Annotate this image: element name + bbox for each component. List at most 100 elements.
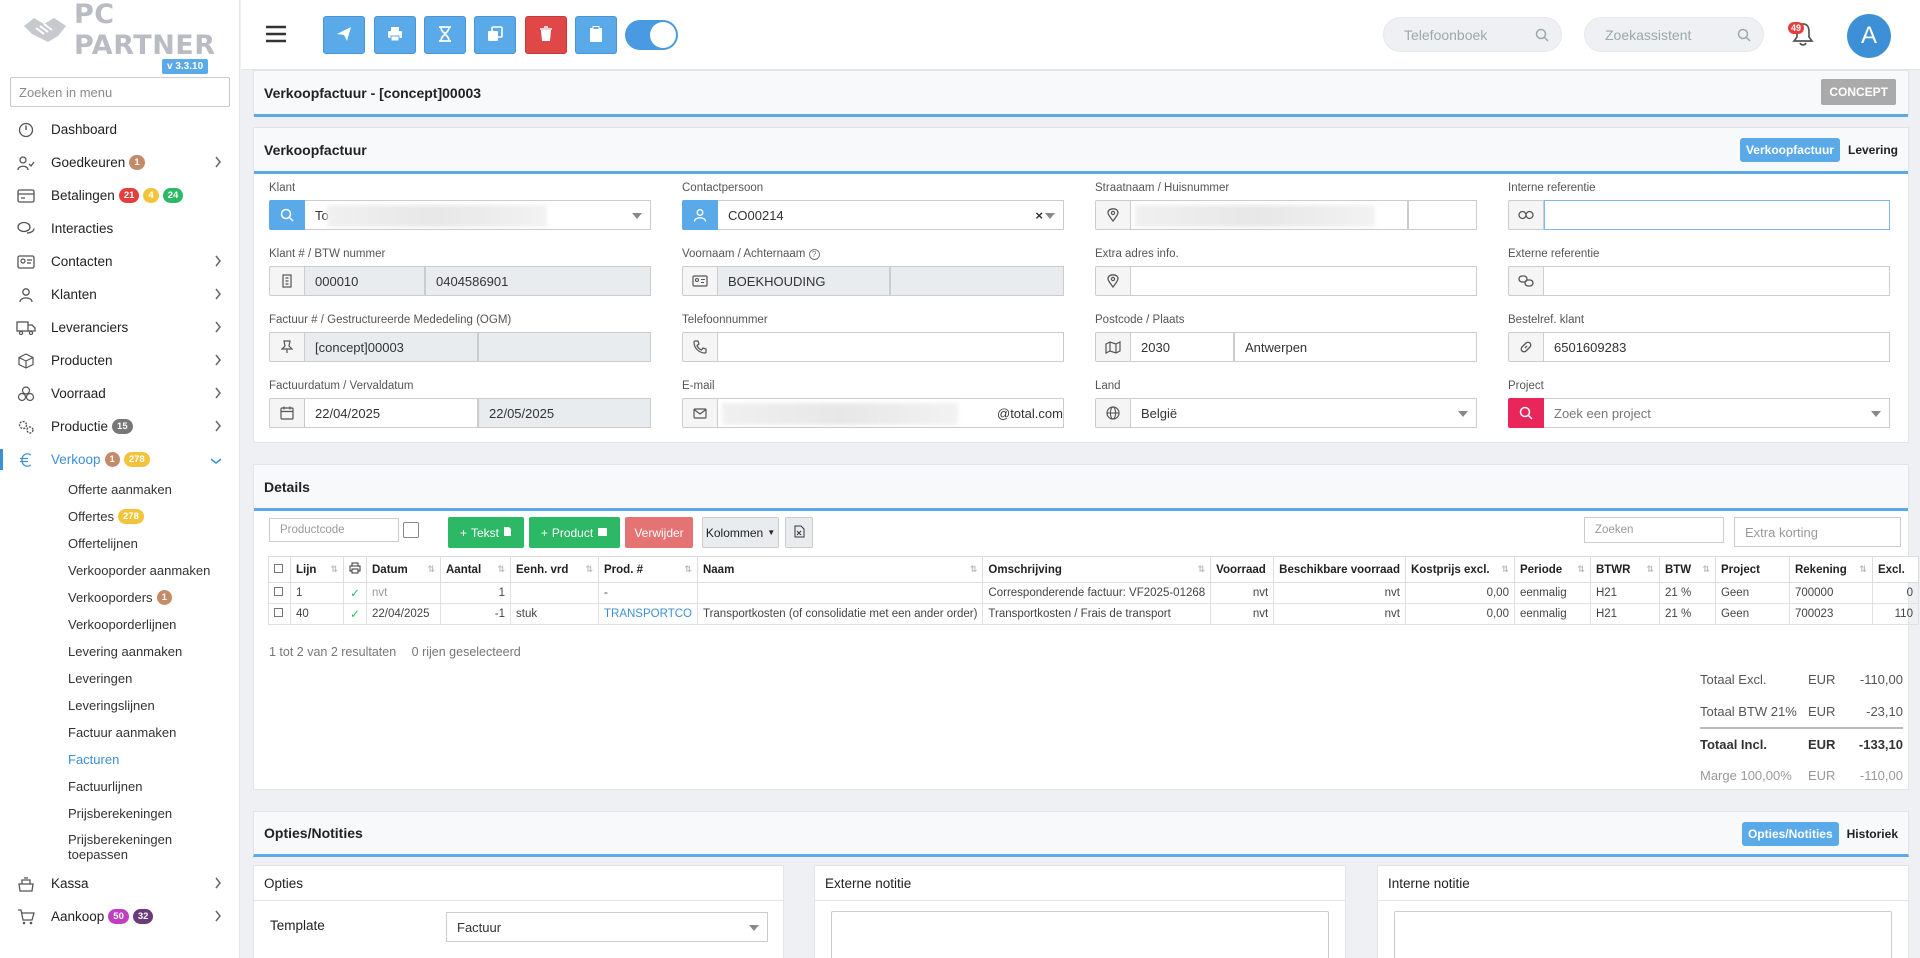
status-badge[interactable]: CONCEPT (1821, 79, 1896, 105)
submenu-item[interactable]: Offerte aanmaken (68, 476, 239, 503)
col-btwr[interactable]: BTWR ⇅ (1589, 556, 1660, 583)
email-input[interactable]: @total.com (718, 398, 1064, 428)
menu-search-input[interactable] (10, 77, 230, 107)
row-checkbox[interactable] (268, 582, 291, 604)
sidebar-item-interacties[interactable]: Interacties (0, 212, 239, 245)
submenu-item-facturen[interactable]: Facturen (68, 746, 239, 773)
hamburger-menu-icon[interactable] (265, 24, 287, 47)
productcode-input[interactable]: Productcode (269, 518, 399, 542)
col-prod[interactable]: Prod. # ⇅ (598, 556, 698, 583)
externe-notitie-textarea[interactable] (831, 911, 1329, 958)
submenu-item[interactable]: Prijsberekeningen toepassen (68, 827, 188, 867)
ogm-input[interactable] (478, 332, 651, 362)
project-select[interactable]: Zoek een project (1544, 398, 1890, 428)
submenu-item[interactable]: Verkooporders 1 (68, 584, 239, 611)
phonebook-search[interactable]: Telefoonboek (1383, 17, 1562, 52)
col-naam[interactable]: Naam ⇅ (696, 556, 984, 583)
timer-button[interactable] (424, 16, 466, 54)
submenu-item[interactable]: Leveringslijnen (68, 692, 239, 719)
sidebar-item-contacten[interactable]: Contacten (0, 245, 239, 278)
col-excl[interactable]: Excl. (1871, 556, 1919, 583)
details-search-input[interactable]: Zoeken (1584, 517, 1724, 543)
avatar[interactable]: A (1847, 14, 1891, 58)
copy-button[interactable] (474, 16, 516, 54)
sidebar-item-klanten[interactable]: Klanten (0, 278, 239, 311)
sidebar-item-betalingen[interactable]: Betalingen 21 4 24 (0, 179, 239, 212)
add-tekst-button[interactable]: + Tekst (448, 517, 524, 548)
postcode-input[interactable]: 2030 (1131, 332, 1234, 362)
clear-icon[interactable]: × (1035, 208, 1043, 223)
interne-notitie-textarea[interactable] (1394, 911, 1892, 958)
table-row[interactable]: 40 ✓ 22/04/2025 -1 stuk TRANSPORTCO Tran… (268, 603, 1919, 625)
bestelref-input[interactable]: 6501609283 (1544, 332, 1890, 362)
question-circle-icon[interactable]: ? (808, 249, 820, 260)
tab-verkoopfactuur[interactable]: Verkoopfactuur (1739, 138, 1840, 162)
straat-input[interactable] (1131, 200, 1408, 230)
vervaldatum-input[interactable]: 22/05/2025 (478, 398, 651, 428)
submenu-item[interactable]: Verkooporderlijnen (68, 611, 239, 638)
sidebar-item-productie[interactable]: Productie 15 (0, 410, 239, 443)
submenu-item[interactable]: Verkooporder aanmaken (68, 557, 239, 584)
col-btw[interactable]: BTW ⇅ (1658, 556, 1716, 583)
col-lijn[interactable]: Lijn ⇅ (290, 556, 344, 583)
klant-select[interactable]: To (305, 200, 651, 230)
product-link[interactable]: TRANSPORTCO (598, 603, 698, 625)
col-beschikbare-voorraad[interactable]: Beschikbare voorraad (1273, 556, 1406, 583)
col-eenh-vrd[interactable]: Eenh. vrd ⇅ (510, 556, 599, 583)
submenu-item[interactable]: Leveringen (68, 665, 239, 692)
submenu-item[interactable]: Levering aanmaken (68, 638, 239, 665)
sidebar-item-dashboard[interactable]: Dashboard (0, 113, 239, 146)
submenu-item[interactable]: Factuurlijnen (68, 773, 239, 800)
kolommen-dropdown[interactable]: Kolommen ▼ (702, 517, 779, 548)
user-icon[interactable] (682, 200, 718, 230)
land-select[interactable]: België (1131, 398, 1477, 428)
productcode-checkbox[interactable] (403, 522, 419, 538)
achternaam-input[interactable] (890, 266, 1064, 296)
col-kostprijs[interactable]: Kostprijs excl. ⇅ (1404, 556, 1515, 583)
table-row[interactable]: 1 ✓ nvt 1 - Corresponderende factuur: VF… (268, 582, 1919, 604)
select-all-checkbox[interactable] (268, 556, 291, 583)
verwijder-button[interactable]: Verwijder (625, 517, 693, 548)
print-button[interactable] (374, 16, 416, 54)
klantnummer-input[interactable]: 000010 (305, 266, 425, 296)
export-excel-button[interactable] (785, 517, 813, 548)
col-rekening[interactable]: Rekening ⇅ (1788, 556, 1873, 583)
sidebar-item-aankoop[interactable]: Aankoop 50 32 (0, 900, 239, 933)
btw-nummer-input[interactable]: 0404586901 (425, 266, 651, 296)
col-project[interactable]: Project (1714, 556, 1790, 583)
submenu-item[interactable]: Offertes 278 (68, 503, 239, 530)
plaats-input[interactable]: Antwerpen (1234, 332, 1477, 362)
search-icon[interactable] (1508, 398, 1544, 428)
sidebar-item-goedkeuren[interactable]: Goedkeuren 1 (0, 146, 239, 179)
factuurnummer-input[interactable]: [concept]00003 (305, 332, 478, 362)
col-aantal[interactable]: Aantal ⇅ (440, 556, 511, 583)
extra-adres-input[interactable] (1131, 266, 1477, 296)
add-product-button[interactable]: + Product (529, 517, 620, 548)
clipboard-button[interactable] (575, 16, 617, 54)
tab-historiek[interactable]: Historiek (1843, 822, 1902, 846)
tab-levering[interactable]: Levering (1844, 138, 1902, 162)
col-periode[interactable]: Periode ⇅ (1513, 556, 1591, 583)
sidebar-item-producten[interactable]: Producten (0, 344, 239, 377)
submenu-item[interactable]: Prijsberekeningen (68, 800, 239, 827)
sidebar-item-verkoop[interactable]: Verkoop 1 278 (0, 443, 239, 476)
sidebar-item-kassa[interactable]: Kassa (0, 867, 239, 900)
tab-opties-notities[interactable]: Opties/Notities (1741, 822, 1839, 846)
sidebar-item-voorraad[interactable]: Voorraad (0, 377, 239, 410)
col-datum[interactable]: Datum ⇅ (366, 556, 441, 583)
contactpersoon-select[interactable]: CO00214 × (718, 200, 1064, 230)
toggle-switch[interactable] (625, 20, 678, 50)
voornaam-input[interactable]: BOEKHOUDING (718, 266, 890, 296)
extra-korting-input[interactable]: Extra korting (1734, 517, 1901, 547)
col-omschrijving[interactable]: Omschrijving ⇅ (982, 556, 1212, 583)
submenu-item[interactable]: Factuur aanmaken (68, 719, 239, 746)
huisnummer-input[interactable] (1408, 200, 1477, 230)
interne-referentie-input[interactable] (1544, 200, 1890, 230)
externe-referentie-input[interactable] (1544, 266, 1890, 296)
row-checkbox[interactable] (268, 603, 291, 625)
template-select[interactable]: Factuur (446, 912, 768, 942)
telefoon-input[interactable] (718, 332, 1064, 362)
send-button[interactable] (323, 16, 365, 54)
factuurdatum-input[interactable]: 22/04/2025 (305, 398, 478, 428)
sidebar-item-leveranciers[interactable]: Leveranciers (0, 311, 239, 344)
